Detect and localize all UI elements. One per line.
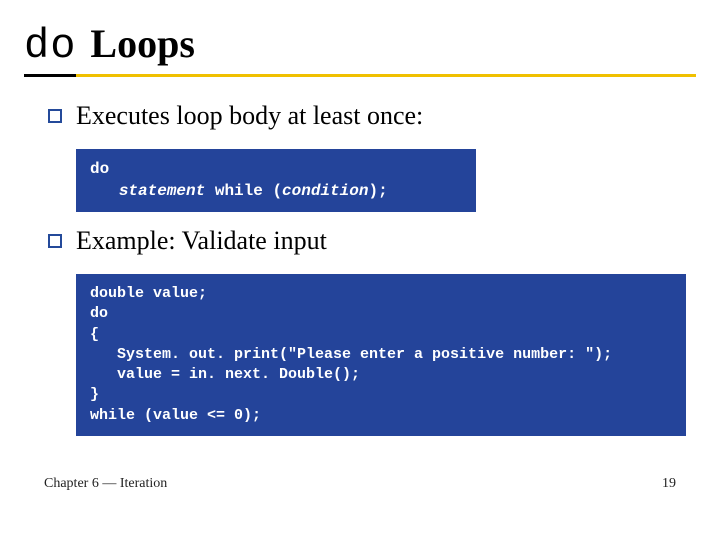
code-italic-condition: condition <box>282 182 368 200</box>
code-block-syntax: do statement while (condition); <box>76 149 476 212</box>
code-line: while (value <= 0); <box>90 407 261 424</box>
code-block-example: double value; do { System. out. print("P… <box>76 274 686 436</box>
code-line: { <box>90 326 99 343</box>
bullet-text: Example: Validate input <box>76 226 327 256</box>
bullet-item: Example: Validate input <box>48 226 696 256</box>
footer-chapter: Chapter 6 — Iteration <box>44 476 167 492</box>
slide-footer: Chapter 6 — Iteration 19 <box>44 476 676 492</box>
title-code-do: do <box>24 22 76 77</box>
code-line: double value; <box>90 285 207 302</box>
code-text: while ( <box>205 182 282 200</box>
code-indent <box>90 182 119 200</box>
code-line: do <box>90 305 108 322</box>
title-loops: Loops <box>90 20 195 67</box>
slide-body: Executes loop body at least once: do sta… <box>24 101 696 436</box>
code-line: } <box>90 386 99 403</box>
bullet-text: Executes loop body at least once: <box>76 101 423 131</box>
bullet-item: Executes loop body at least once: <box>48 101 696 131</box>
square-bullet-icon <box>48 109 62 123</box>
code-text: ); <box>368 182 387 200</box>
code-line: System. out. print("Please enter a posit… <box>90 346 612 363</box>
slide-title: do Loops <box>24 20 696 77</box>
square-bullet-icon <box>48 234 62 248</box>
footer-page-number: 19 <box>662 476 676 492</box>
code-italic-statement: statement <box>119 182 205 200</box>
code-line: value = in. next. Double(); <box>90 366 360 383</box>
slide: do Loops Executes loop body at least onc… <box>0 0 720 540</box>
code-line: do <box>90 160 109 178</box>
